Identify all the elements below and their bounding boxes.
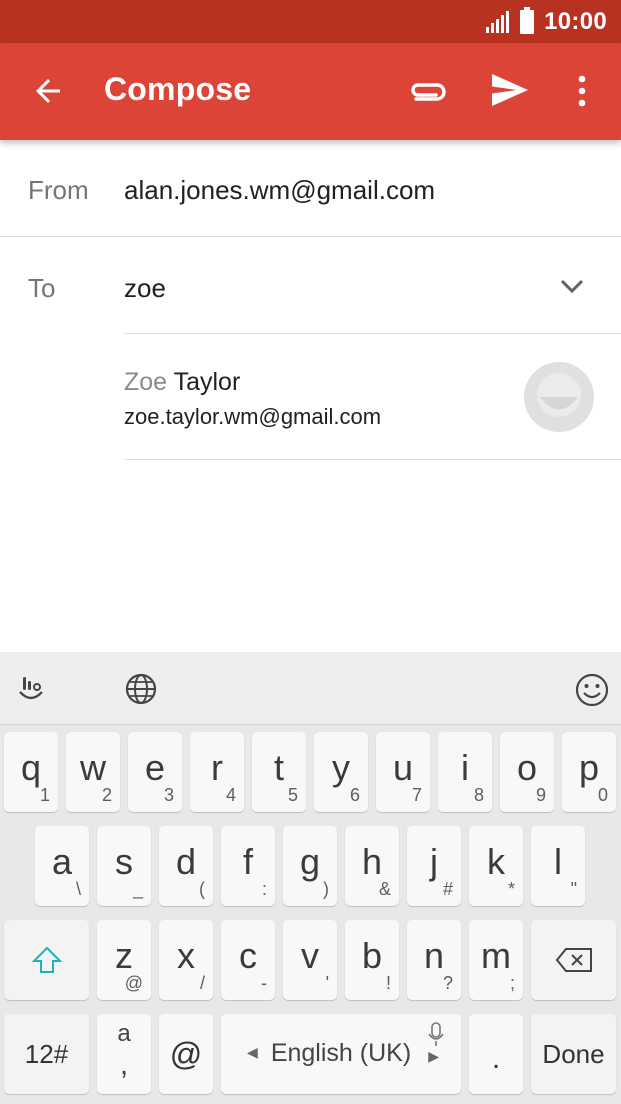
key-j[interactable]: j # [407,826,461,906]
backspace-key[interactable] [531,920,616,1000]
key-h[interactable]: h & [345,826,399,906]
key-at[interactable]: @ [159,1014,213,1094]
key-f[interactable]: f: [221,826,275,906]
key-y[interactable]: y6 [314,732,368,812]
from-label: From [28,175,89,205]
key-t[interactable]: t5 [252,732,306,812]
key-s[interactable]: s _ [97,826,151,906]
key-q[interactable]: q1 [4,732,58,812]
emoji-icon[interactable] [574,672,610,708]
keyboard: q1 w2 e3 r4 t5 y6 u7 i8 o9 p0 a \ s _ d( f… [0,652,621,1104]
space-language-label: English (UK) [270,1039,412,1067]
done-key[interactable]: Done [531,1014,616,1094]
key-o[interactable]: o9 [500,732,554,812]
status-bar: 10:00 [0,0,621,43]
to-divider [124,333,621,334]
key-r[interactable]: r4 [190,732,244,812]
keyboard-toolbar [0,652,621,725]
space-key[interactable]: ◀ English (UK) ▶ [221,1014,461,1094]
key-k[interactable]: k * [469,826,523,906]
key-x[interactable]: x / [159,920,213,1000]
key-b[interactable]: b! [345,920,399,1000]
key-w[interactable]: w2 [66,732,120,812]
avatar-face-icon [537,373,581,417]
battery-icon [520,6,535,34]
suggestion-name-match: Zoe [124,368,168,396]
chevron-down-icon[interactable] [558,275,586,297]
key-e[interactable]: e3 [128,732,182,812]
key-m[interactable]: m; [469,920,523,1000]
backspace-icon [555,948,592,972]
to-input[interactable]: zoe [124,273,166,304]
shift-key[interactable] [4,920,89,1000]
key-a[interactable]: a \ [35,826,89,906]
status-time: 10:00 [544,7,607,35]
suggestion-name-rest: Taylor [167,368,241,396]
key-i[interactable]: i8 [438,732,492,812]
globe-icon[interactable] [124,672,158,706]
key-period[interactable]: . [469,1014,523,1094]
key-u[interactable]: u7 [376,732,430,812]
key-p[interactable]: p0 [562,732,616,812]
shift-arrow-icon [32,946,62,973]
more-options-icon[interactable] [572,73,592,109]
signal-icon [486,10,510,33]
key-v[interactable]: v ' [283,920,337,1000]
suggestion-divider [124,459,621,460]
suggestion-name: Zoe Taylor [124,368,240,397]
microphone-icon [428,1022,444,1046]
suggestion-email: zoe.taylor.wm@gmail.com [124,404,382,429]
arrow-right-icon: ▶ [428,1048,439,1064]
from-account[interactable]: alan.jones.wm@gmail.com [124,175,435,206]
key-l[interactable]: l " [531,826,585,906]
paperclip-icon[interactable] [406,77,448,107]
key-d[interactable]: d( [159,826,213,906]
key-c[interactable]: c- [221,920,275,1000]
key-a-comma[interactable]: a , [97,1014,151,1094]
page-title: Compose [104,71,252,107]
send-icon[interactable] [490,72,530,108]
key-n[interactable]: n? [407,920,461,1000]
swype-icon[interactable] [14,672,48,706]
to-label: To [28,273,56,303]
key-z[interactable]: z @ [97,920,151,1000]
app-bar: Compose [0,43,621,140]
symbols-key[interactable]: 12# [4,1014,89,1094]
back-arrow-icon[interactable] [30,73,66,109]
from-divider [0,236,621,237]
avatar [524,362,594,432]
key-g[interactable]: g) [283,826,337,906]
